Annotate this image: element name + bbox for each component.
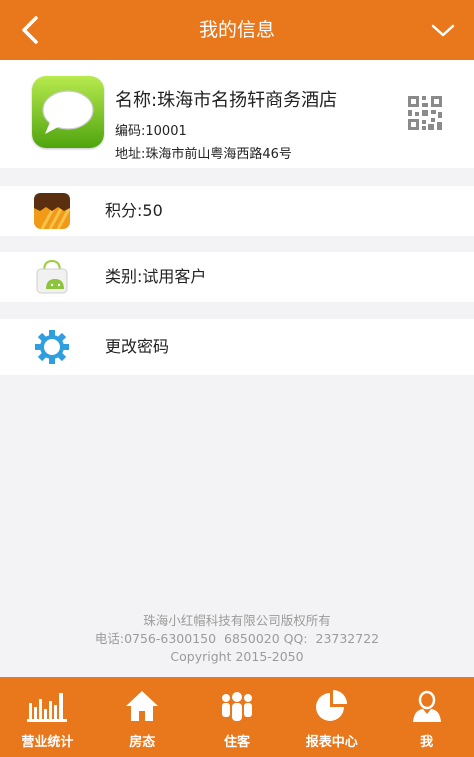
- profile-card: 名称:珠海市名扬轩商务酒店 编码:10001 地址:珠海市前山粤海西路46号: [0, 60, 474, 168]
- ibooks-icon: [34, 193, 70, 229]
- change-password-row[interactable]: 更改密码: [0, 319, 474, 375]
- tab-reports-label: 报表中心: [305, 735, 358, 750]
- people-icon: [221, 692, 252, 721]
- customer-type-label: 类别:试用客户: [105, 267, 207, 286]
- tab-business-stats-label: 营业统计: [21, 735, 74, 750]
- hotel-code: 编码:10001: [115, 124, 187, 139]
- copyright-footer: 珠海小红帽科技有限公司版权所有 电话:0756-6300150 6850020 …: [0, 612, 474, 666]
- change-password-label: 更改密码: [105, 337, 170, 356]
- android-market-bag-icon: [36, 259, 68, 294]
- message-bubble-icon: [32, 76, 104, 148]
- tab-me-label: 我: [420, 735, 434, 750]
- tab-reports[interactable]: 报表中心: [284, 677, 379, 757]
- top-app-bar: 我的信息: [0, 0, 474, 60]
- contact-text: 电话:0756-6300150 6850020 QQ: 23732722: [94, 631, 380, 646]
- company-text: 珠海小红帽科技有限公司版权所有: [143, 613, 331, 628]
- customer-type-row[interactable]: 类别:试用客户: [0, 252, 474, 302]
- copyright-text: Copyright 2015-2050: [170, 649, 304, 664]
- tab-room-status[interactable]: 房态: [95, 677, 190, 757]
- hotel-name: 名称:珠海市名扬轩商务酒店: [115, 90, 338, 111]
- gear-icon: [35, 330, 69, 364]
- tab-room-status-label: 房态: [129, 735, 156, 750]
- user-icon: [412, 690, 441, 722]
- points-row[interactable]: 积分:50: [0, 186, 474, 236]
- points-label: 积分:50: [105, 201, 163, 220]
- chevron-down-icon[interactable]: [426, 16, 460, 44]
- tab-guests[interactable]: 住客: [190, 677, 285, 757]
- page-title: 我的信息: [198, 19, 275, 41]
- tab-me[interactable]: 我: [379, 677, 474, 757]
- tab-business-stats[interactable]: 营业统计: [0, 677, 95, 757]
- house-icon: [126, 691, 159, 721]
- pie-chart-icon: [315, 690, 347, 721]
- hotel-address: 地址:珠海市前山粤海西路46号: [115, 147, 292, 162]
- tab-guests-label: 住客: [223, 735, 250, 750]
- bottom-tab-bar: 营业统计 房态 住客 报表中心 我: [0, 677, 474, 757]
- qr-code-icon[interactable]: [408, 96, 442, 130]
- bar-chart-icon: [27, 693, 68, 722]
